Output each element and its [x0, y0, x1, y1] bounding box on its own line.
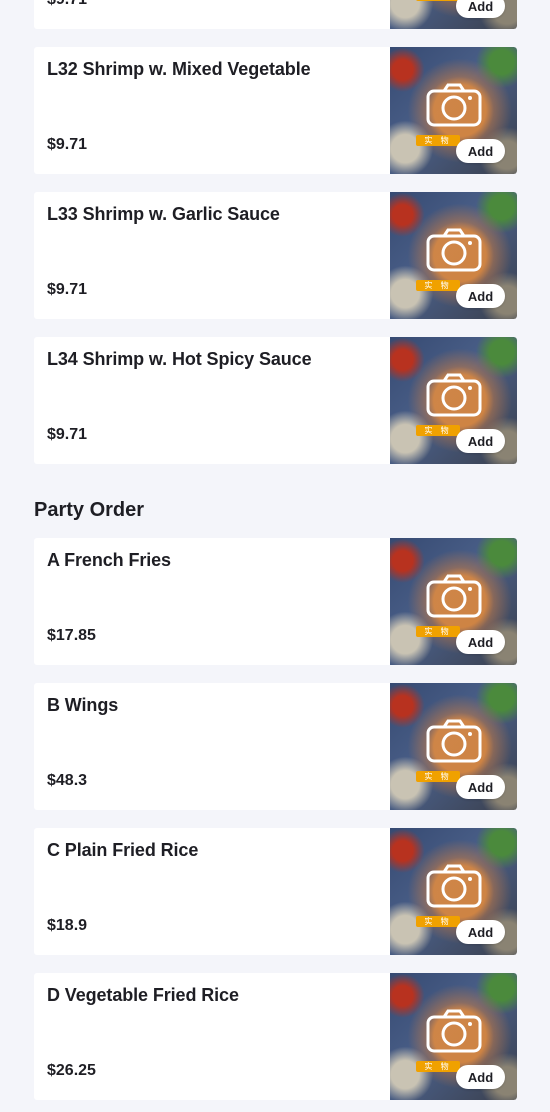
menu-section-party-order: A French Fries $17.85 实 物 Add B Wings $4… — [0, 538, 550, 1100]
menu-item-card[interactable]: $9.71 实 物 Add — [34, 0, 517, 29]
menu-item-name: L34 Shrimp w. Hot Spicy Sauce — [47, 349, 312, 369]
menu-item-price: $9.71 — [47, 426, 88, 443]
menu-item-image: 实 物 Add — [390, 192, 517, 319]
menu-item-name: L33 Shrimp w. Garlic Sauce — [47, 204, 280, 224]
menu-item-image: 实 物 Add — [390, 683, 517, 810]
section-title-party-order: Party Order — [34, 499, 145, 521]
menu-item-image: 实 物 Add — [390, 0, 517, 29]
menu-item-card[interactable]: D Vegetable Fried Rice $26.25 实 物 Add — [34, 973, 517, 1100]
image-tag-badge: 实 物 — [416, 626, 460, 637]
menu-item-price: $26.25 — [47, 1062, 96, 1079]
image-tag-badge: 实 物 — [416, 1061, 460, 1072]
menu-scroll-content: $9.71 实 物 Add L32 Shrimp w. Mixed Vegeta… — [0, 0, 550, 1112]
image-tag-badge: 实 物 — [416, 425, 460, 436]
camera-placeholder-icon — [426, 228, 482, 272]
image-tag-badge: 实 物 — [416, 771, 460, 782]
camera-placeholder-icon — [426, 864, 482, 908]
menu-item-image: 实 物 Add — [390, 337, 517, 464]
menu-item-card[interactable]: L34 Shrimp w. Hot Spicy Sauce $9.71 实 物 … — [34, 337, 517, 464]
menu-section-shrimp: $9.71 实 物 Add L32 Shrimp w. Mixed Vegeta… — [0, 0, 550, 464]
camera-placeholder-icon — [426, 574, 482, 618]
menu-item-name: A French Fries — [47, 550, 171, 570]
menu-item-image: 实 物 Add — [390, 828, 517, 955]
menu-item-card[interactable]: C Plain Fried Rice $18.9 实 物 Add — [34, 828, 517, 955]
menu-viewport[interactable]: $9.71 实 物 Add L32 Shrimp w. Mixed Vegeta… — [0, 0, 550, 1112]
menu-item-price: $18.9 — [47, 917, 88, 934]
add-button[interactable]: Add — [456, 429, 505, 453]
add-button[interactable]: Add — [456, 920, 505, 944]
menu-item-image: 实 物 Add — [390, 538, 517, 665]
add-button[interactable]: Add — [456, 139, 505, 163]
add-button[interactable]: Add — [456, 284, 505, 308]
add-button[interactable]: Add — [456, 630, 505, 654]
menu-item-name: C Plain Fried Rice — [47, 840, 199, 860]
menu-item-price: $9.71 — [47, 281, 88, 298]
menu-item-name: D Vegetable Fried Rice — [47, 985, 239, 1005]
image-tag-badge: 实 物 — [416, 280, 460, 291]
add-button[interactable]: Add — [456, 775, 505, 799]
menu-item-card[interactable]: L32 Shrimp w. Mixed Vegetable $9.71 实 物 … — [34, 47, 517, 174]
menu-item-price: $9.71 — [47, 0, 87, 9]
menu-item-image: 实 物 Add — [390, 973, 517, 1100]
image-tag-badge: 实 物 — [416, 135, 460, 146]
menu-item-price: $17.85 — [47, 627, 96, 644]
image-tag-badge: 实 物 — [416, 0, 460, 1]
menu-item-name: L32 Shrimp w. Mixed Vegetable — [47, 59, 311, 79]
menu-item-card[interactable]: L33 Shrimp w. Garlic Sauce $9.71 实 物 Add — [34, 192, 517, 319]
camera-placeholder-icon — [426, 719, 482, 763]
menu-item-card[interactable]: B Wings $48.3 实 物 Add — [34, 683, 517, 810]
add-button[interactable]: Add — [456, 1065, 505, 1089]
menu-item-image: 实 物 Add — [390, 47, 517, 174]
camera-placeholder-icon — [426, 373, 482, 417]
menu-item-card[interactable]: A French Fries $17.85 实 物 Add — [34, 538, 517, 665]
menu-item-name: B Wings — [47, 695, 119, 715]
image-tag-badge: 实 物 — [416, 916, 460, 927]
camera-placeholder-icon — [426, 1009, 482, 1053]
menu-item-price: $48.3 — [47, 772, 88, 789]
menu-item-price: $9.71 — [47, 136, 88, 153]
camera-placeholder-icon — [426, 83, 482, 127]
add-button[interactable]: Add — [456, 0, 505, 18]
